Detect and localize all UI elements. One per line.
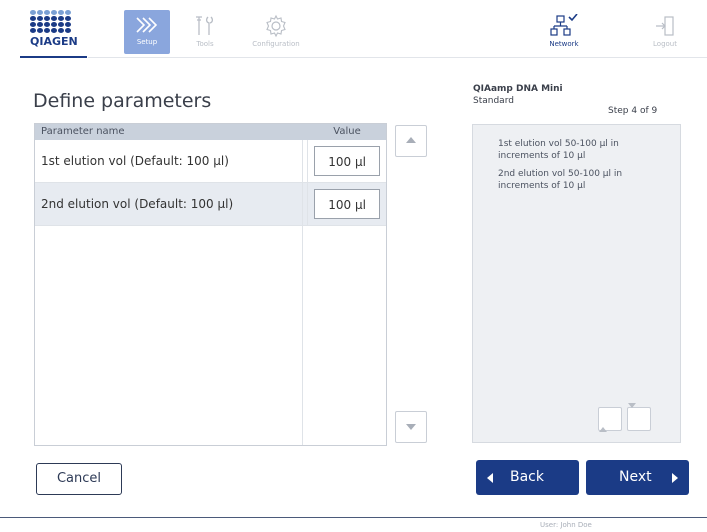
header-divider: [88, 57, 707, 58]
nav-tools-button[interactable]: Tools: [182, 10, 228, 54]
logout-icon: [656, 16, 674, 36]
table-scroll-down-button[interactable]: [395, 411, 427, 443]
logo-underline: [20, 56, 87, 58]
arrow-down-icon: [406, 424, 416, 430]
footer-divider: [0, 517, 707, 518]
first-elution-vol-input[interactable]: 100 µl: [314, 146, 381, 176]
arrow-right-icon: [672, 473, 678, 483]
info-scroll-down-button[interactable]: [627, 403, 651, 431]
tools-icon: [196, 16, 214, 35]
gear-icon: [266, 14, 286, 38]
nav-network-button[interactable]: Network: [536, 10, 592, 54]
table-row[interactable]: 1st elution vol (Default: 100 µl) 100 µl: [35, 140, 386, 183]
parameter-info-panel: 1st elution vol 50-100 µl in increments …: [472, 124, 681, 443]
logo-dots: [30, 10, 80, 33]
page-title: Define parameters: [33, 90, 212, 112]
nav-setup-button[interactable]: Setup: [124, 10, 170, 54]
cancel-button[interactable]: Cancel: [36, 463, 122, 495]
parameter-value-cell: 100 µl: [307, 140, 386, 182]
parameter-name-cell: 2nd elution vol (Default: 100 µl): [41, 197, 234, 211]
column-header-parameter-name: Parameter name: [41, 126, 125, 137]
next-button[interactable]: Next: [586, 460, 689, 495]
nav-configuration-button[interactable]: Configuration: [236, 10, 316, 54]
info-text: 2nd elution vol 50-100 µl in increments …: [498, 169, 623, 191]
parameter-table: Parameter name Value 1st elution vol (De…: [34, 123, 387, 446]
nav-configuration-label: Configuration: [252, 40, 300, 48]
arrow-up-icon: [599, 408, 607, 432]
back-button-label: Back: [510, 469, 544, 485]
logo-text: QIAGEN: [30, 35, 78, 48]
nav-tools-label: Tools: [196, 40, 214, 48]
qiagen-logo: QIAGEN: [30, 10, 80, 54]
nav-network-label: Network: [549, 40, 579, 48]
network-connected-icon: [550, 14, 578, 36]
parameter-name-cell: 1st elution vol (Default: 100 µl): [41, 154, 229, 168]
info-scroll-up-button[interactable]: [598, 407, 622, 432]
table-header: Parameter name Value: [35, 124, 386, 140]
nav-setup-label: Setup: [136, 38, 158, 46]
back-button[interactable]: Back: [476, 460, 579, 495]
second-elution-vol-input[interactable]: 100 µl: [314, 189, 381, 219]
current-user-label: User: John Doe: [540, 521, 592, 529]
info-text: 1st elution vol 50-100 µl in increments …: [498, 139, 619, 161]
protocol-mode: Standard: [473, 96, 514, 106]
nav-logout-label: Logout: [653, 40, 677, 48]
arrow-left-icon: [487, 473, 493, 483]
column-header-value: Value: [333, 126, 361, 137]
setup-chevrons-icon: [136, 17, 158, 33]
table-row[interactable]: 2nd elution vol (Default: 100 µl) 100 µl: [35, 183, 386, 226]
arrow-up-icon: [406, 137, 416, 143]
parameter-value-cell: 100 µl: [307, 183, 386, 225]
column-divider: [302, 140, 303, 445]
arrow-down-icon: [628, 403, 636, 427]
step-indicator: Step 4 of 9: [608, 106, 658, 116]
table-scroll-up-button[interactable]: [395, 125, 427, 157]
next-button-label: Next: [619, 469, 652, 485]
app-header: QIAGEN Setup Tools Configuration Network…: [0, 0, 707, 64]
protocol-name: QIAamp DNA Mini: [473, 84, 563, 94]
nav-logout-button[interactable]: Logout: [640, 10, 690, 54]
